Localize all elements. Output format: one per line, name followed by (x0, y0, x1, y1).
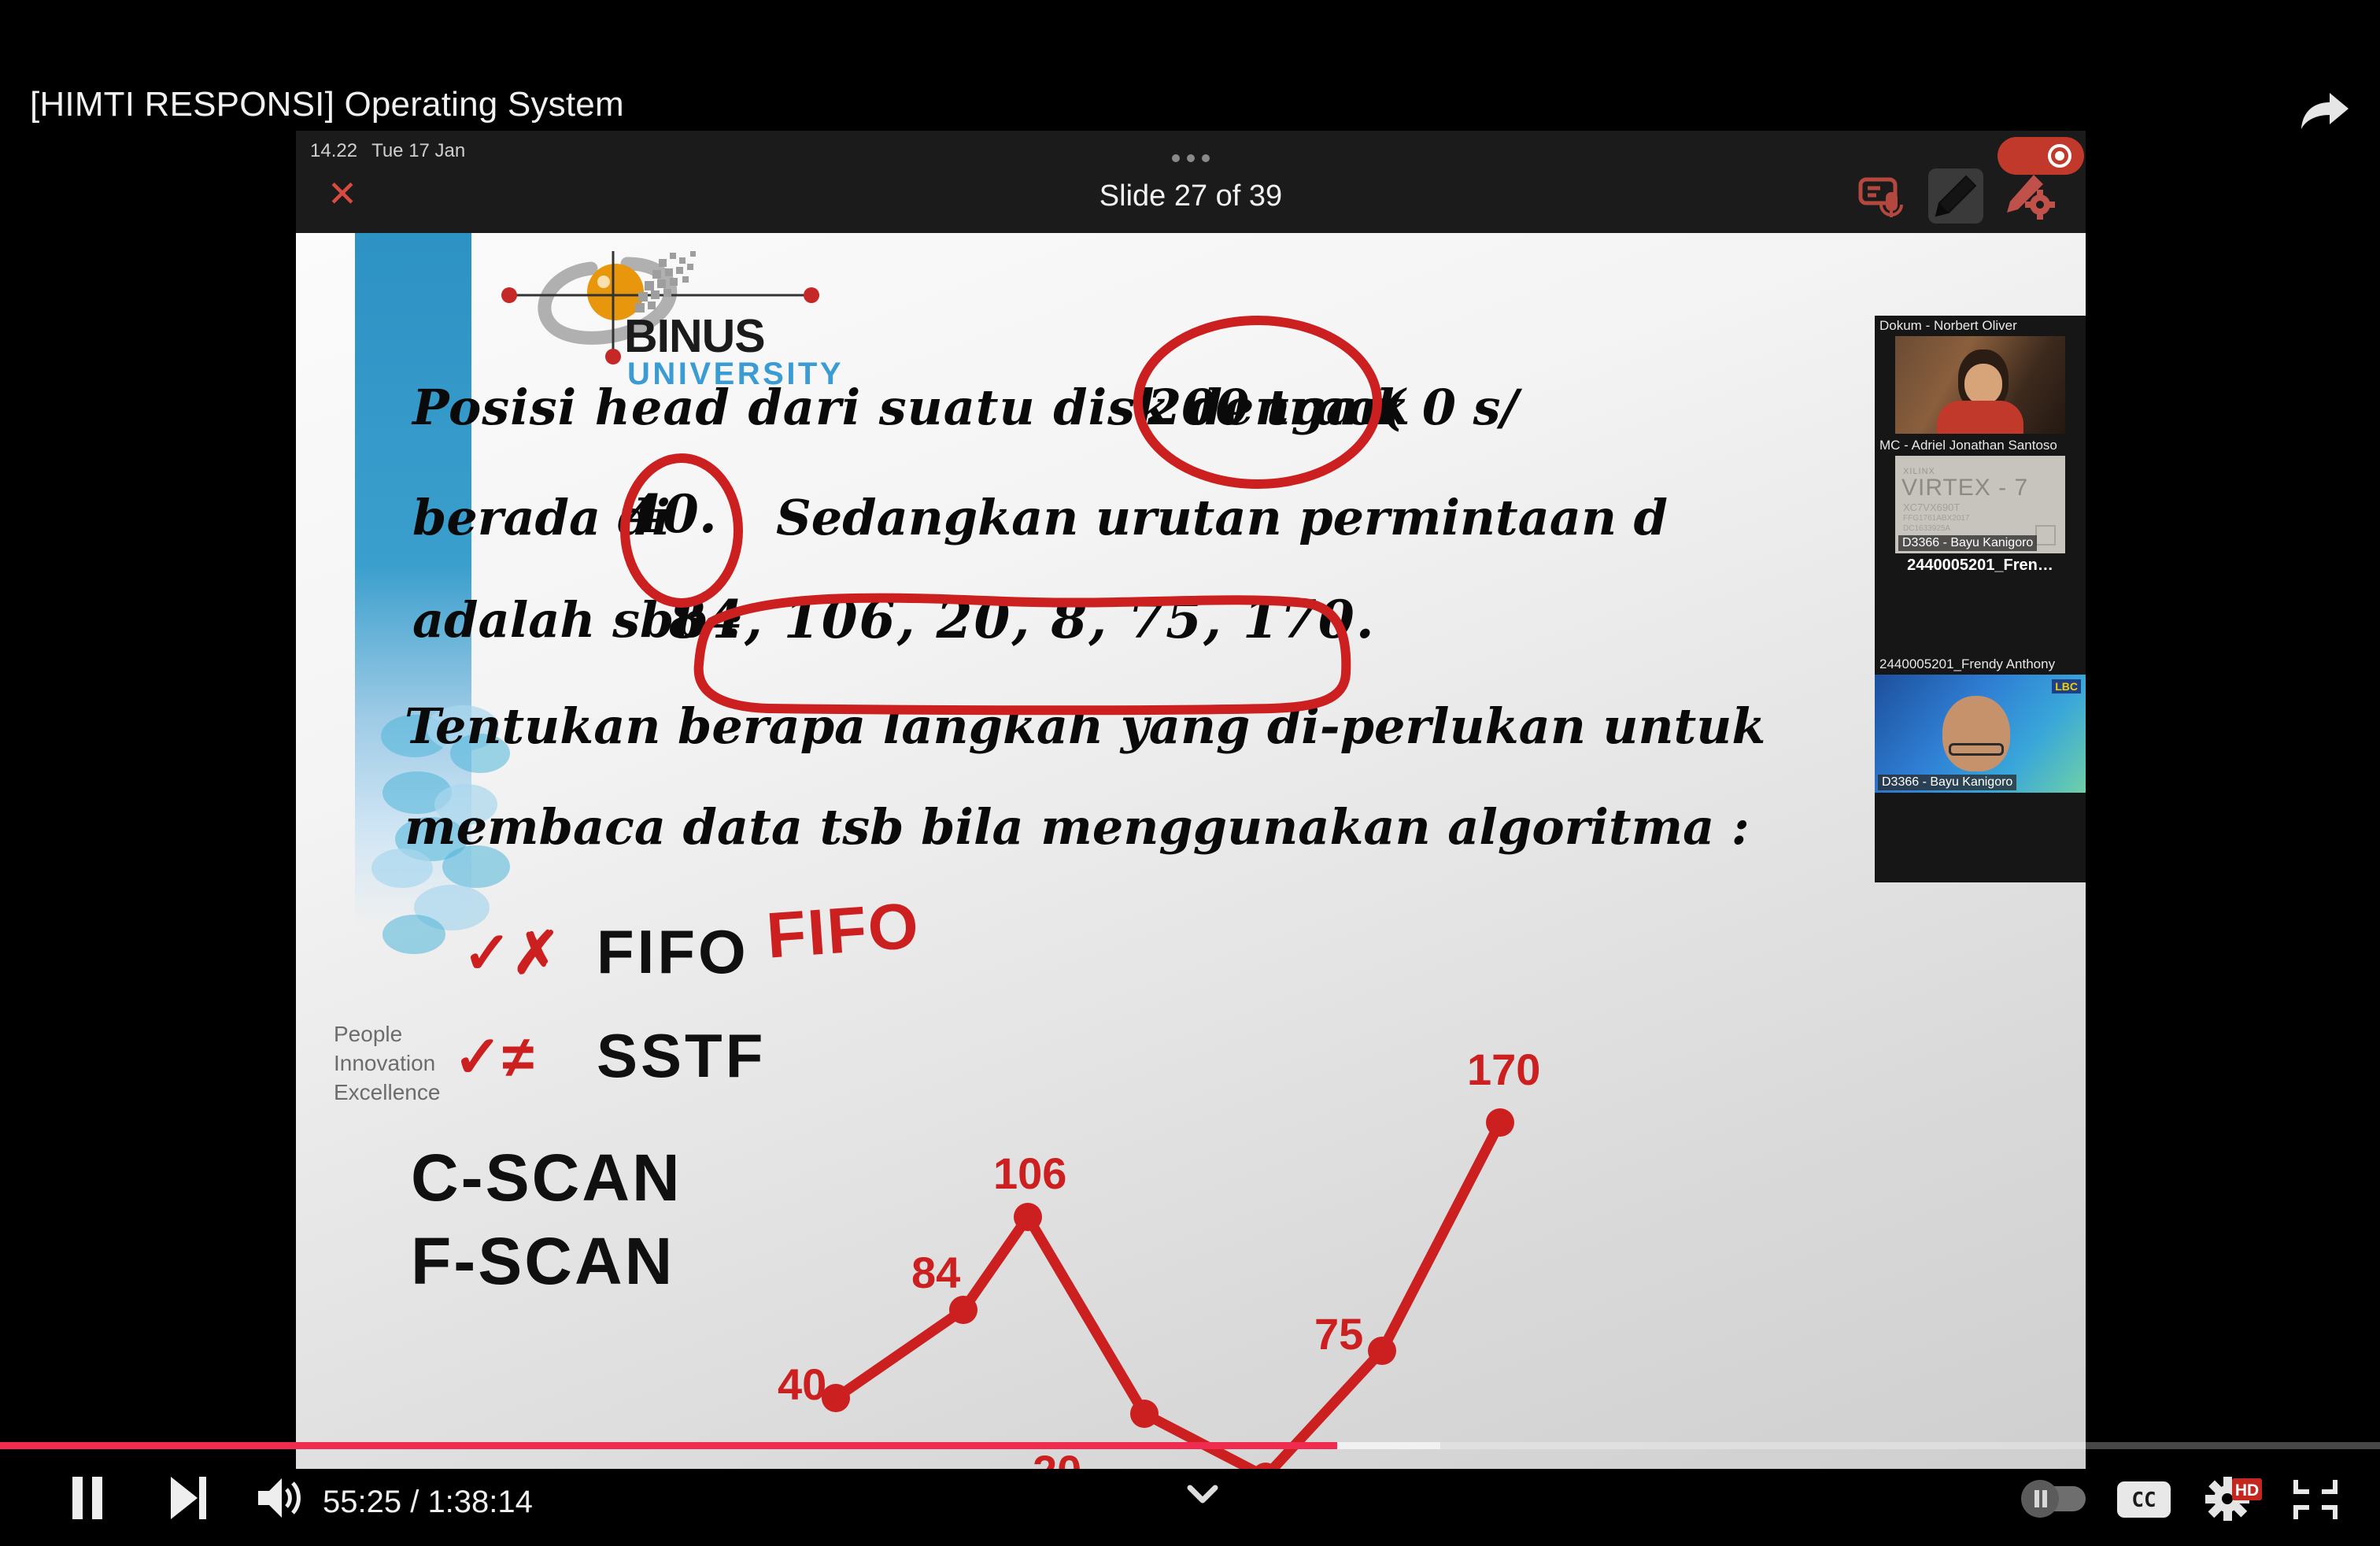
chip-code1: FFG1761ABX2017 (1903, 514, 1970, 523)
participant-big-label-2: 2440005201_Fren… (1907, 557, 2053, 574)
chart-label-2: 106 (993, 1148, 1067, 1198)
presentation-slide: BINUS UNIVERSITY People Innovation Excel… (296, 233, 2086, 1469)
autoplay-toggle[interactable] (2016, 1480, 2092, 1518)
pen-icon[interactable] (1928, 168, 1983, 224)
svg-text:CC: CC (2131, 1489, 2156, 1512)
hw-algo3: C-SCAN (411, 1141, 682, 1215)
hw-algo2-mark: ✓≠ (453, 1024, 534, 1089)
slide-app-toolbar: 14.22 Tue 17 Jan ✕ Slide 27 of 39 (296, 131, 2086, 233)
participant-name-0: Dokum - Norbert Oliver (1879, 318, 2017, 333)
hw-algo2: SSTF (597, 1021, 767, 1090)
status-time: 14.22 (310, 140, 358, 161)
progress-bar[interactable] (0, 1442, 2380, 1449)
chart-label-1: 84 (911, 1248, 961, 1297)
chip-part: XC7VX690T (1903, 501, 1961, 513)
recording-indicator[interactable] (1998, 137, 2084, 175)
caption-mic-icon[interactable] (1854, 168, 1909, 224)
participant-video-1[interactable]: XILINX VIRTEX - 7 XC7VX690T FFG1761ABX20… (1895, 456, 2065, 553)
status-date: Tue 17 Jan (371, 140, 466, 161)
record-dot-icon (2048, 144, 2071, 168)
participant-video-3[interactable]: LBC D3366 - Bayu Kanigoro (1875, 675, 2086, 793)
exit-fullscreen-button[interactable] (2292, 1478, 2339, 1521)
participant-name-1: MC - Adriel Jonathan Santoso (1879, 438, 2057, 453)
hw-algo4: F-SCAN (411, 1224, 675, 1298)
participant-tile-2[interactable]: 2440005201_Fren… (1875, 552, 2086, 646)
pause-button[interactable] (61, 1472, 113, 1524)
participant-tile-0[interactable]: Dokum - Norbert Oliver (1875, 316, 2086, 434)
participant-strip[interactable]: Dokum - Norbert Oliver MC - Adriel Jonat… (1875, 316, 2086, 882)
captions-button[interactable]: CC (2117, 1480, 2171, 1519)
quality-badge-label: HD (2235, 1481, 2259, 1500)
lbc-badge: LBC (2052, 679, 2081, 693)
hw-algo1: FIFO (597, 917, 749, 986)
participant-tile-1[interactable]: MC - Adriel Jonathan Santoso XILINX VIRT… (1875, 435, 2086, 553)
volume-button[interactable] (252, 1472, 304, 1524)
slide-counter: Slide 27 of 39 (1099, 179, 1283, 213)
share-icon[interactable] (2295, 88, 2352, 135)
participant-video-0[interactable] (1895, 336, 2065, 434)
handwriting-ink-layer: Posisi head dari suatu disk dengan 200 t… (296, 233, 2086, 1469)
screen-share-video[interactable]: 14.22 Tue 17 Jan ✕ Slide 27 of 39 BINUS … (296, 131, 2086, 1469)
chart-label-5: 75 (1314, 1309, 1364, 1359)
participant-overlay-1: D3366 - Bayu Kanigoro (1898, 535, 2038, 551)
time-display: 55:25 / 1:38:14 (323, 1485, 533, 1519)
video-title: [HIMTI RESPONSI] Operating System (30, 85, 624, 124)
settings-button[interactable]: HD (2204, 1472, 2262, 1524)
device-status-bar: 14.22 Tue 17 Jan (310, 140, 465, 162)
player-controls[interactable]: 55:25 / 1:38:14 CC HD (0, 1452, 2380, 1546)
chip-logo-box (2035, 525, 2056, 546)
fifo-head-movement-chart: 40 84 106 20 8 75 170 (778, 926, 2075, 1469)
chip-model: VIRTEX - 7 (1901, 475, 2029, 501)
pen-settings-icon[interactable] (2002, 168, 2057, 224)
window-grabber[interactable] (1172, 154, 1210, 162)
participant-tile-3[interactable]: 2440005201_Frendy Anthony LBC D3366 - Ba… (1875, 654, 2086, 793)
progress-played (0, 1442, 1338, 1449)
participant-name-3: 2440005201_Frendy Anthony (1879, 656, 2056, 671)
next-video-button[interactable] (161, 1472, 213, 1524)
chart-label-6: 170 (1467, 1045, 1541, 1094)
participant-overlay-3: D3366 - Bayu Kanigoro (1878, 775, 2017, 790)
chart-label-0: 40 (778, 1359, 827, 1409)
chevron-down-icon[interactable] (1181, 1472, 1225, 1524)
chip-code2: DC1633925A (1903, 524, 1951, 533)
close-icon[interactable]: ✕ (324, 176, 360, 213)
hw-algo1-mark: ✓✗ (463, 920, 561, 986)
